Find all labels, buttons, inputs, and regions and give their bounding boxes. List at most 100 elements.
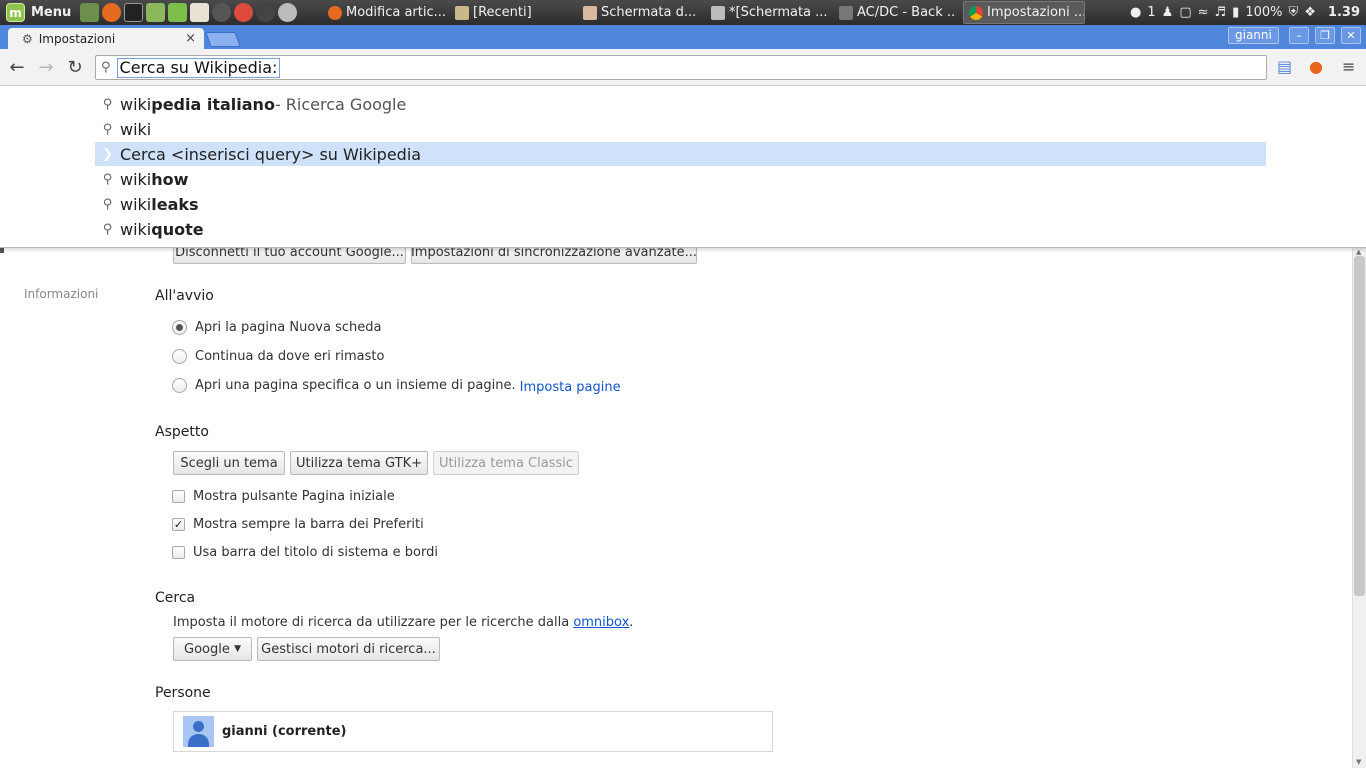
profile-list-item[interactable]: gianni (corrente) [173,711,773,752]
task-files[interactable]: [Recenti] [449,1,573,24]
choose-theme-button[interactable]: Scegli un tema [173,451,285,475]
image-editor-icon [711,5,725,20]
new-tab-button[interactable] [205,32,241,47]
tab-settings[interactable]: ⚙ Impostazioni × [8,28,204,49]
user-icon[interactable]: ♟ [1162,5,1174,20]
omnibox-suggestions: ⚲ wiki pedia italiano - Ricerca Google ⚲ … [0,86,1366,248]
startup-option-continue[interactable]: Continua da dove eri rimasto [172,349,384,364]
suggestion-item[interactable]: ⚲ wiki [95,117,1266,141]
minimize-icon[interactable]: – [1289,27,1309,44]
disc-launcher-icon[interactable] [256,3,275,22]
dropbox-icon[interactable]: ❖ [1304,5,1316,20]
menu-label: Menu [31,5,72,20]
shield-icon[interactable]: ⛨ [1289,5,1299,20]
chrome-menu-icon[interactable]: ≡ [1342,57,1355,76]
chat-launcher-icon[interactable] [278,3,297,22]
system-titlebar-option[interactable]: Usa barra del titolo di sistema e bordi [172,545,438,560]
alert-icon[interactable]: ● [1130,5,1141,20]
files-launcher-icon[interactable] [146,3,165,22]
manage-search-engines-button[interactable]: Gestisci motori di ricerca... [257,637,440,661]
suggestion-prefix: wiki [120,94,152,114]
suggestion-prefix: wiki [120,169,152,189]
startup-option-specific[interactable]: Apri una pagina specifica o un insieme d… [172,378,621,395]
tab-title: Impostazioni [38,31,116,46]
suggestion-item[interactable]: ⚲ wiki quote [95,217,1266,241]
radio-button[interactable] [172,320,187,335]
scroll-down-icon[interactable]: ▼ [1356,758,1361,766]
omnibox-input[interactable] [280,58,1266,77]
people-section-title: Persone [155,685,211,701]
media-launcher-icon[interactable] [212,3,231,22]
search-icon: ⚲ [102,96,113,112]
gear-icon: ⚙ [22,31,33,46]
notification-count: 1 [1147,5,1156,20]
startup-option-new-tab[interactable]: Apri la pagina Nuova scheda [172,320,381,335]
suggestion-match: how [151,169,189,189]
omnibox-link[interactable]: omnibox [573,615,629,630]
start-menu-button[interactable]: m Menu [2,2,76,23]
show-home-option[interactable]: Mostra pulsante Pagina iniziale [172,489,395,504]
suggestion-item[interactable]: ⚲ wiki pedia italiano - Ricerca Google [95,92,1266,116]
suggestion-source: - Ricerca Google [274,94,407,114]
suggestion-item[interactable]: ⚲ wiki leaks [95,192,1266,216]
close-window-icon[interactable]: ✕ [1341,27,1361,44]
classic-theme-button[interactable]: Utilizza tema Classic [433,451,579,475]
system-tray: ● 1 ♟ ▢ ≈ ♬ ▮ 100% ⛨ ❖ 1.39 [1130,0,1360,25]
task-chrome[interactable]: Impostazioni ... [963,1,1085,24]
task-image-editor[interactable]: *[Schermata ... [705,1,829,24]
text-editor-launcher-icon[interactable] [190,3,209,22]
reload-icon[interactable]: ↻ [64,57,86,78]
system-taskbar: m Menu Modifica artic... [Recenti] Scher… [0,0,1366,25]
maximize-icon[interactable]: ❐ [1315,27,1335,44]
battery-icon[interactable]: ▮ [1232,5,1239,20]
browser-toolbar: ← → ↻ ⚲ Cerca su Wikipedia: ▤ ● ≡ [0,49,1366,86]
firefox-launcher-icon[interactable] [102,3,121,22]
checkbox-checked[interactable]: ✓ [172,518,185,531]
radio-button[interactable] [172,349,187,364]
option-label: Mostra pulsante Pagina iniziale [193,489,395,504]
update-icon[interactable]: ▢ [1179,5,1191,20]
search-icon: ⚲ [102,121,113,137]
wifi-icon[interactable]: ≈ [1198,5,1209,20]
forward-arrow-icon[interactable]: → [35,57,57,78]
search-icon: ⚲ [102,196,113,212]
bookmark-manager-icon[interactable]: ▤ [1277,57,1292,76]
set-pages-link[interactable]: Imposta pagine [520,380,621,395]
search-section-title: Cerca [155,590,196,606]
chrome-launcher-icon[interactable] [234,3,253,22]
task-firefox[interactable]: Modifica artic... [322,1,446,24]
chevron-down-icon: ▼ [234,644,241,654]
page-scrollbar[interactable]: ▲ ▼ [1352,248,1366,768]
software-launcher-icon[interactable] [168,3,187,22]
volume-icon[interactable]: ♬ [1215,5,1227,20]
battery-level: 100% [1245,5,1283,20]
scrollbar-thumb[interactable] [1354,256,1365,596]
terminal-launcher-icon[interactable] [124,3,143,22]
checkbox[interactable] [172,546,185,559]
close-tab-icon[interactable]: × [185,31,196,46]
checkbox[interactable] [172,490,185,503]
radio-button[interactable] [172,378,187,393]
sidebar-item-info[interactable]: Informazioni [24,287,98,301]
show-bookmarks-option[interactable]: ✓ Mostra sempre la barra dei Preferiti [172,517,424,532]
scroll-up-icon[interactable]: ▲ [1356,248,1361,256]
task-media-player[interactable]: AC/DC - Back ... [833,1,957,24]
task-image-viewer[interactable]: Schermata d... [577,1,701,24]
extension-icon[interactable]: ● [1309,57,1323,76]
gtk-theme-button[interactable]: Utilizza tema GTK+ [290,451,428,475]
show-desktop-icon[interactable] [80,3,99,22]
omnibox[interactable]: ⚲ Cerca su Wikipedia: [95,55,1267,80]
task-label: AC/DC - Back ... [857,5,957,20]
suggestion-item-selected[interactable]: ❯ Cerca <inserisci query> su Wikipedia [95,142,1266,166]
search-desc-text: Imposta il motore di ricerca da utilizza… [173,615,574,630]
firefox-icon [328,5,342,20]
search-engine-select[interactable]: Google ▼ [173,637,252,661]
back-arrow-icon[interactable]: ← [6,57,28,78]
clock[interactable]: 1.39 [1328,5,1360,20]
search-desc-end: . [629,615,634,630]
task-label: Modifica artic... [346,5,446,20]
selected-engine: Google [184,641,230,657]
profile-button[interactable]: gianni [1228,27,1279,44]
suggestion-item[interactable]: ⚲ wiki how [95,167,1266,191]
keyword-search-chip: Cerca su Wikipedia: [116,57,281,78]
